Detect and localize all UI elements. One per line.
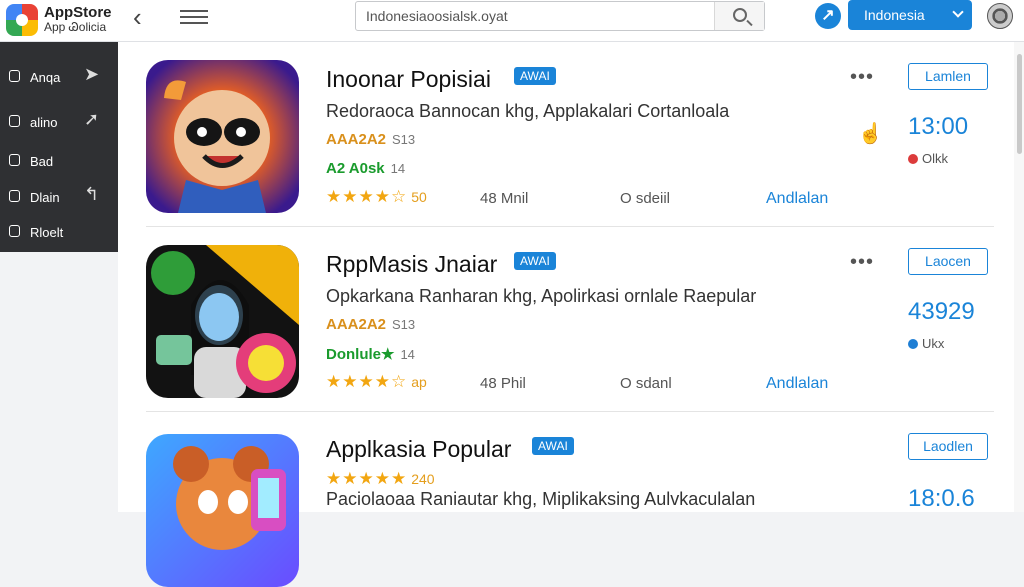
- app-tag-count: 14: [400, 347, 415, 362]
- red-dot-icon: [908, 154, 918, 164]
- app-tag: Donlule★ 14: [326, 345, 415, 363]
- app-tag-count: 14: [390, 161, 406, 176]
- sidebar-item-label: Rloelt: [30, 225, 64, 240]
- app-card[interactable]: Inoonar Popisiai AWAI Redoraoca Bannocan…: [146, 42, 994, 227]
- app-size: 48 Mnil: [480, 190, 529, 207]
- language-dropdown[interactable]: Indonesia: [848, 0, 972, 30]
- sidebar-item-dlain[interactable]: Dlain ↰: [0, 180, 118, 214]
- app-description: Opkarkana Ranharan khg, Apolirkasi ornla…: [326, 286, 757, 306]
- more-options-icon[interactable]: •••: [850, 251, 874, 274]
- bag-icon: [9, 154, 20, 166]
- rating-count: ap: [411, 374, 427, 390]
- sidebar-item-label: Dlain: [30, 190, 60, 205]
- app-tag-text: Donlule★: [326, 346, 395, 363]
- install-button[interactable]: Lamlen: [908, 63, 988, 90]
- pin-arrow-icon: ➤: [84, 64, 100, 84]
- download-label-text: Ukx: [922, 336, 945, 351]
- avatar[interactable]: [987, 3, 1013, 29]
- app-code-count: S13: [392, 132, 416, 147]
- app-code-text: AAA2A2: [326, 316, 387, 333]
- download-count: 18:0.6: [908, 485, 975, 512]
- rating-count: 240: [411, 471, 435, 487]
- scrollbar-thumb[interactable]: [1017, 54, 1022, 154]
- clip-icon: [9, 190, 20, 202]
- rating-count: 50: [411, 189, 427, 205]
- scrollbar[interactable]: [1014, 42, 1024, 512]
- download-label-text: Olkk: [922, 151, 948, 166]
- search-icon: [733, 8, 747, 22]
- download-count: 43929: [908, 298, 975, 325]
- doc-icon: [9, 225, 20, 237]
- app-size: 48 Phil: [480, 375, 526, 392]
- app-code-count: S13: [392, 317, 416, 332]
- language-label: Indonesia: [864, 7, 925, 23]
- app-icon-girl[interactable]: [146, 245, 299, 398]
- rating-stars: ★★★★☆ 50: [326, 187, 427, 207]
- app-title[interactable]: RppMasis Jnaiar: [326, 251, 497, 278]
- detail-link[interactable]: Andlalan: [766, 190, 828, 208]
- girl-icon: [146, 245, 299, 398]
- download-label: Olkk: [908, 151, 948, 166]
- app-badge: AWAI: [532, 437, 574, 455]
- rating-stars: ★★★★☆ ap: [326, 372, 427, 392]
- stars-icon: ★★★★☆: [326, 372, 408, 391]
- sidebar-item-label: Bad: [30, 154, 54, 169]
- app-code: AAA2A2 S13: [326, 131, 415, 148]
- app-badge: AWAI: [514, 252, 556, 270]
- app-version: O sdanl: [620, 375, 672, 392]
- brand-title: AppStore: [44, 4, 112, 21]
- app-title[interactable]: Inoonar Popisiai: [326, 66, 491, 93]
- app-version: O sdeiil: [620, 190, 671, 207]
- share-icon[interactable]: ↗: [815, 3, 841, 29]
- app-description: Redoraoca Bannocan khg, Applakalari Cort…: [326, 101, 730, 121]
- stars-icon: ★★★★★: [326, 469, 408, 488]
- appstore-logo[interactable]: [6, 4, 38, 36]
- bear-icon: [146, 434, 299, 587]
- hamburger-menu-icon[interactable]: [180, 10, 208, 28]
- download-count: 13:00: [908, 113, 969, 140]
- top-bar: AppStore App Ꮚolicia ‹ ↗ Indonesia: [0, 0, 1024, 42]
- sidebar-item-rloelt[interactable]: Rloelt: [0, 215, 118, 249]
- stars-icon: ★★★★☆: [326, 187, 408, 206]
- search-input[interactable]: [356, 2, 712, 30]
- back-arrow-icon[interactable]: ‹: [133, 4, 142, 30]
- chat-icon: [9, 115, 20, 127]
- app-badge: AWAI: [514, 67, 556, 85]
- more-options-icon[interactable]: •••: [850, 66, 874, 89]
- detail-link[interactable]: Andlalan: [766, 375, 828, 393]
- app-description: Paciolaoaa Raniautar khg, Miplikaksing A…: [326, 489, 756, 509]
- sidebar-item-anqa[interactable]: Anqa ➤: [0, 60, 118, 94]
- app-title[interactable]: Applkasia Popular: [326, 436, 511, 463]
- app-tag: A2 A0sk 14: [326, 160, 405, 177]
- app-icon-bear[interactable]: [146, 434, 299, 587]
- brand-subtitle: App Ꮚolicia: [44, 20, 107, 34]
- sidebar-item-bad[interactable]: Bad: [0, 144, 118, 178]
- hand-icon[interactable]: ☝: [858, 121, 883, 146]
- app-tag-text: A2 A0sk: [326, 160, 385, 177]
- app-code: AAA2A2 S13: [326, 316, 415, 333]
- download-label: Ukx: [908, 336, 944, 351]
- app-icon-panda[interactable]: [146, 60, 299, 213]
- arrow-icon: ➚: [84, 109, 100, 129]
- rating-stars: ★★★★★ 240: [326, 469, 435, 489]
- install-button[interactable]: Laocen: [908, 248, 988, 275]
- pin-icon: [9, 70, 20, 82]
- app-card[interactable]: Applkasia Popular AWAI ★★★★★ 240 Paciolao…: [146, 412, 994, 587]
- sidebar-item-alino[interactable]: alino ➚: [0, 105, 118, 139]
- blue-dot-icon: [908, 339, 918, 349]
- search-button[interactable]: [714, 2, 764, 30]
- sidebar-item-label: Anqa: [30, 70, 61, 85]
- app-card[interactable]: RppMasis Jnaiar AWAI Opkarkana Ranharan …: [146, 227, 994, 412]
- sidebar: Anqa ➤ alino ➚ Bad Dlain ↰ Rloelt: [0, 42, 118, 252]
- chevron-down-icon: [952, 6, 964, 18]
- install-button[interactable]: Laodlen: [908, 433, 988, 460]
- sidebar-item-label: alino: [30, 115, 58, 130]
- panda-icon: [146, 60, 299, 213]
- hook-icon: ↰: [84, 184, 100, 204]
- search-bar: [355, 1, 765, 31]
- app-code-text: AAA2A2: [326, 131, 387, 148]
